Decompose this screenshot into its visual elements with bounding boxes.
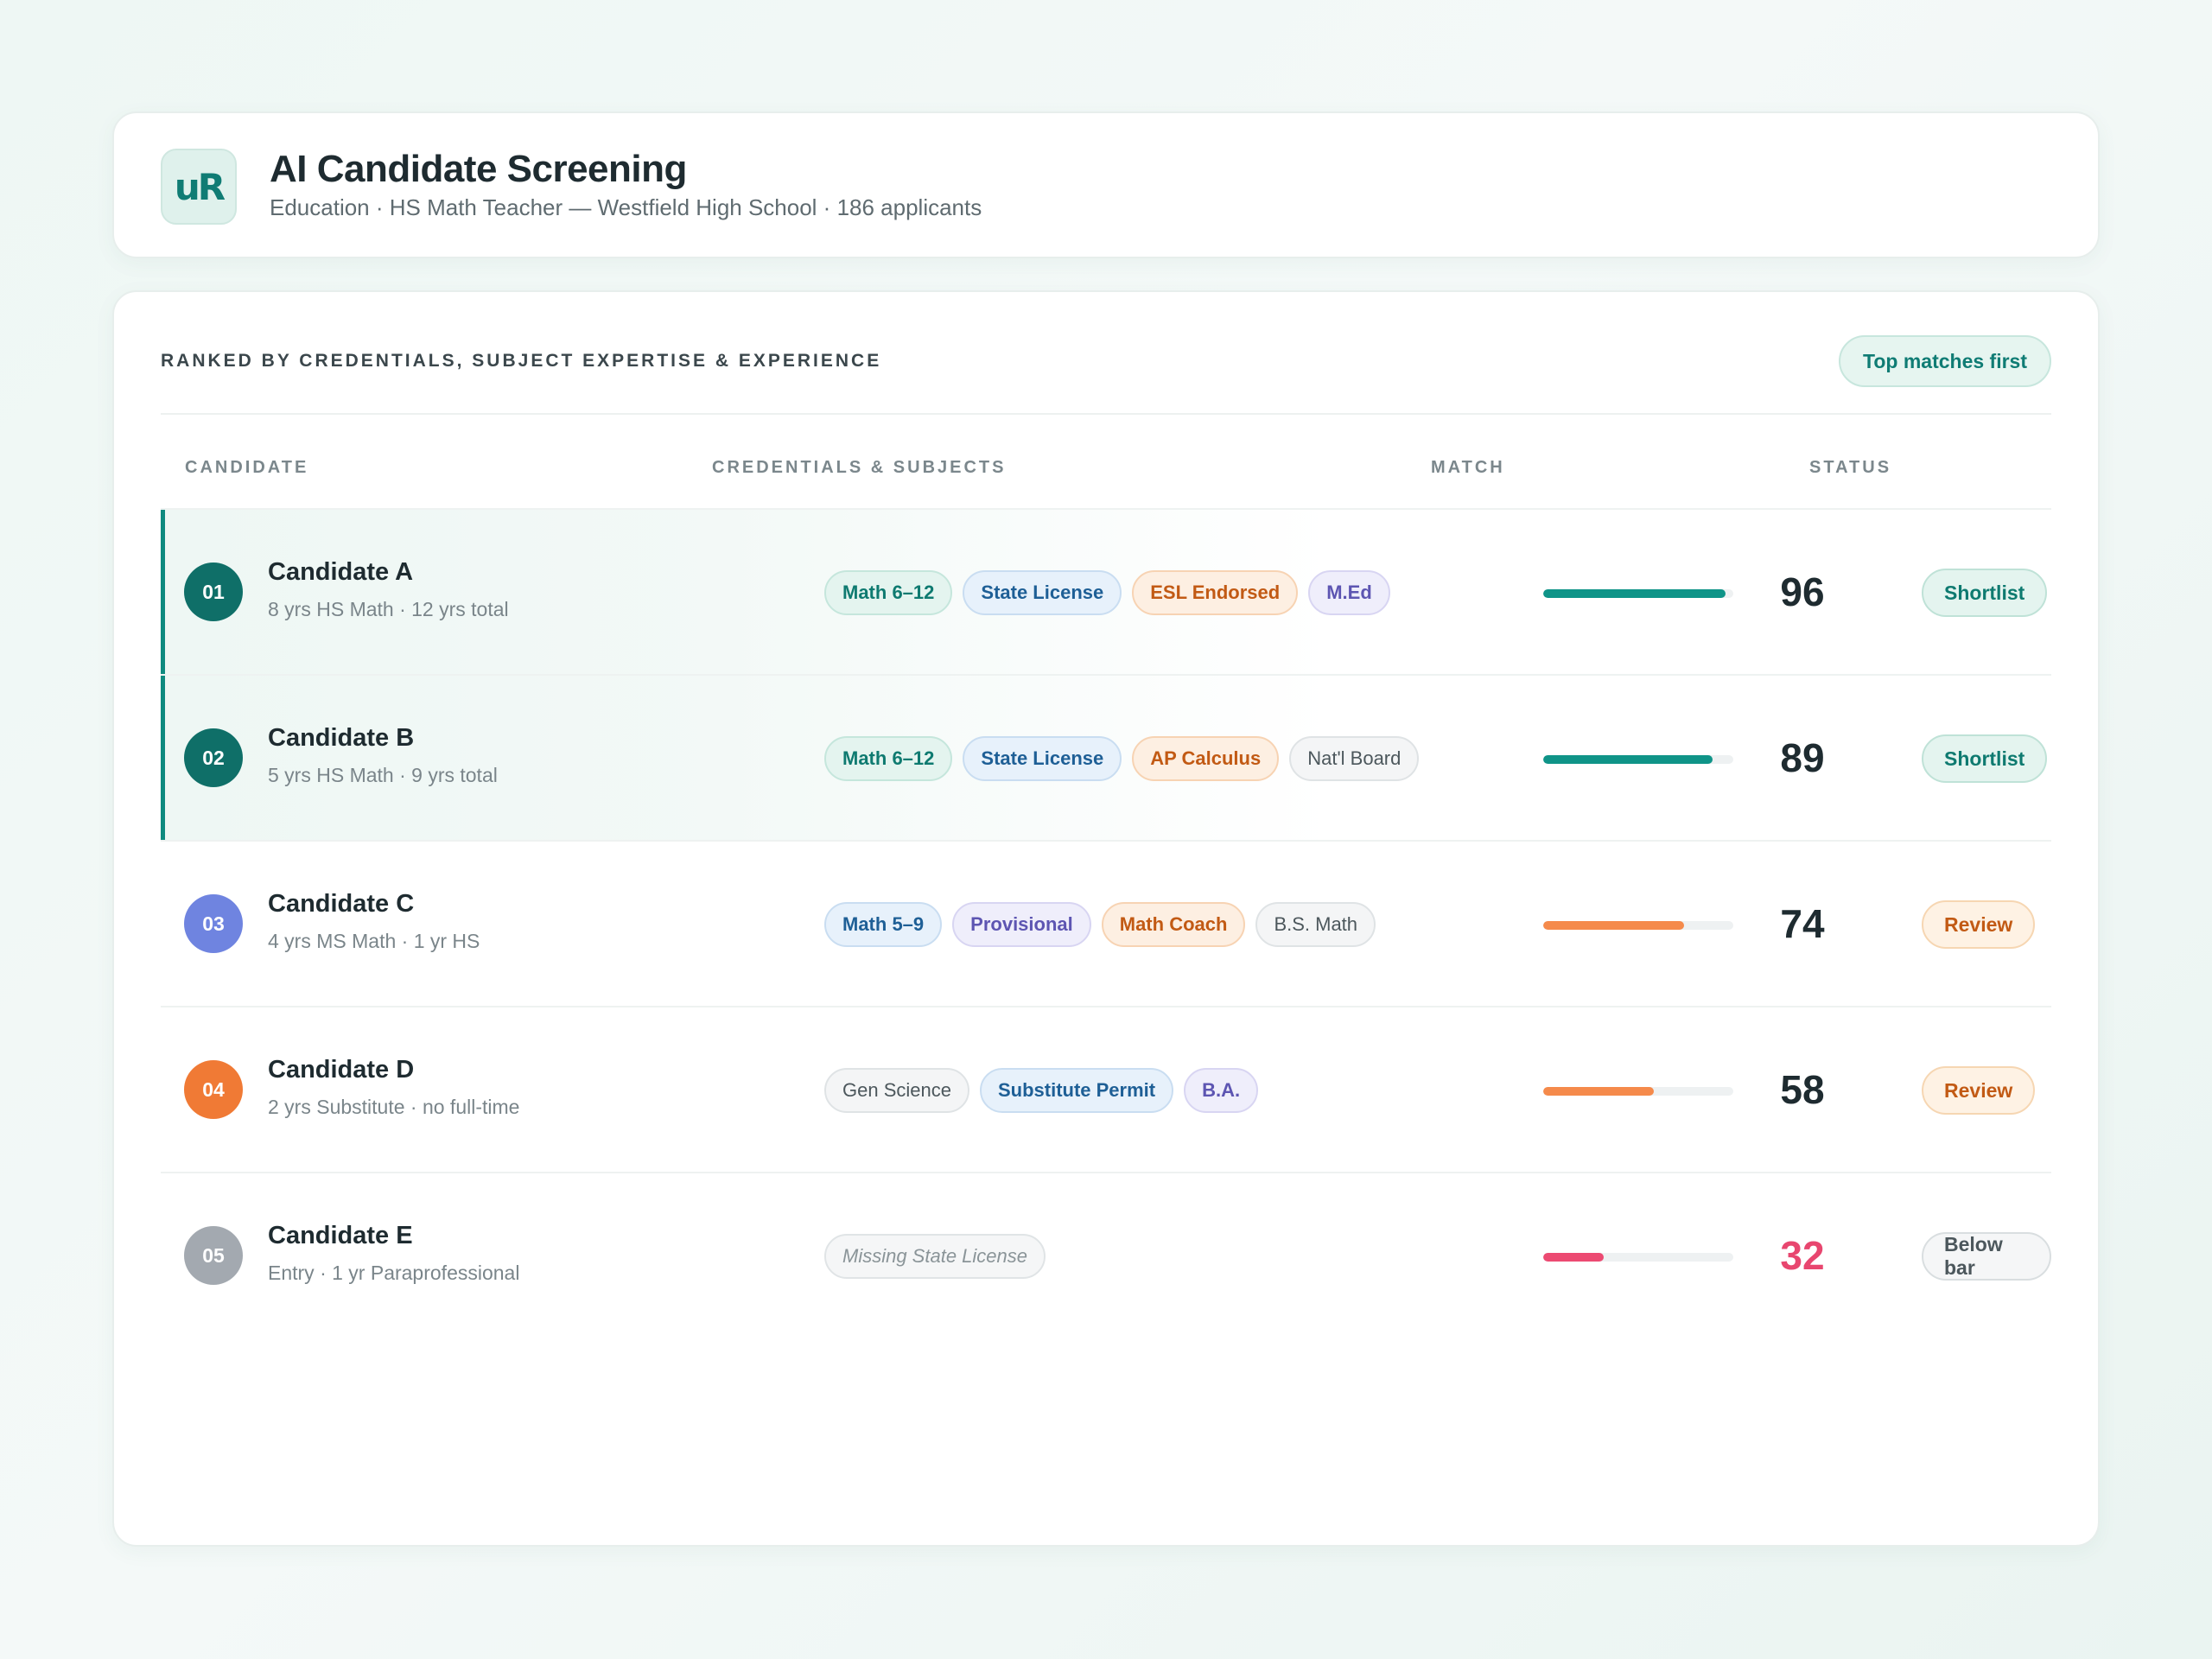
credential-tag: AP Calculus: [1132, 736, 1280, 781]
credential-tag: ESL Endorsed: [1132, 570, 1299, 615]
match-score: 74: [1780, 901, 1825, 946]
credential-tag: B.S. Math: [1255, 902, 1376, 947]
credential-tag: Gen Science: [824, 1068, 969, 1113]
credential-tag: Math Coach: [1101, 902, 1246, 947]
candidate-experience: 2 yrs Substitute · no full-time: [268, 1096, 520, 1118]
ranking-panel: RANKED BY CREDENTIALS, SUBJECT EXPERTISE…: [112, 290, 2100, 1547]
credential-tag: M.Ed: [1308, 570, 1390, 615]
candidate-name[interactable]: Candidate B: [268, 724, 414, 753]
table-row[interactable]: 01 Candidate A 8 yrs HS Math · 12 yrs tota…: [161, 508, 2051, 674]
table-row[interactable]: 05 Candidate E Entry · 1 yr Paraprofession…: [161, 1172, 2051, 1338]
match-bar-fill: [1543, 755, 1713, 764]
match-score: 96: [1780, 569, 1825, 614]
match-score: 32: [1780, 1233, 1825, 1278]
match-bar: [1543, 589, 1733, 598]
credential-tag: Math 6–12: [824, 736, 953, 781]
table-row[interactable]: 03 Candidate C 4 yrs MS Math · 1 yr HS Math…: [161, 840, 2051, 1006]
candidate-experience: Entry · 1 yr Paraprofessional: [268, 1262, 520, 1284]
credential-tag: Substitute Permit: [979, 1068, 1174, 1113]
match-bar-fill: [1543, 1253, 1605, 1262]
candidate-table: 01 Candidate A 8 yrs HS Math · 12 yrs tota…: [161, 508, 2051, 1338]
match-bar-fill: [1543, 1087, 1654, 1096]
match-bar-fill: [1543, 589, 1726, 598]
column-header-match[interactable]: MATCH: [1431, 458, 1505, 478]
credential-tags: Math 6–12 State License AP Calculus Nat'l B…: [824, 736, 1420, 781]
match-bar: [1543, 1087, 1733, 1096]
credential-tag: Math 5–9: [824, 902, 943, 947]
credential-tag: Provisional: [952, 902, 1091, 947]
match-score: 58: [1780, 1067, 1825, 1112]
credential-tags: Gen Science Substitute Permit B.A.: [824, 1068, 1259, 1113]
rank-badge: 05: [184, 1226, 243, 1285]
header-card: uR AI Candidate Screening Education · HS…: [112, 111, 2100, 258]
rank-badge: 03: [184, 894, 243, 953]
credential-tag: B.A.: [1184, 1068, 1259, 1113]
candidate-name[interactable]: Candidate C: [268, 890, 414, 918]
table-row[interactable]: 04 Candidate D 2 yrs Substitute · no full-…: [161, 1006, 2051, 1172]
status-badge[interactable]: Review: [1922, 1066, 2036, 1115]
rank-badge: 02: [184, 728, 243, 787]
logo-text: uR: [174, 165, 226, 208]
candidate-experience: 5 yrs HS Math · 9 yrs total: [268, 764, 498, 786]
candidate-experience: 4 yrs MS Math · 1 yr HS: [268, 930, 480, 952]
app-logo: uR: [161, 149, 237, 225]
column-header-credentials[interactable]: CREDENTIALS & SUBJECTS: [712, 458, 1006, 478]
credential-tag: State License: [963, 736, 1122, 781]
credential-tag: State License: [963, 570, 1122, 615]
candidate-name[interactable]: Candidate A: [268, 558, 413, 587]
match-score: 89: [1780, 735, 1825, 780]
match-bar-fill: [1543, 921, 1684, 930]
credential-tags: Missing State License: [824, 1234, 1046, 1279]
rank-badge: 01: [184, 563, 243, 621]
credential-tag: Missing State License: [824, 1234, 1046, 1279]
status-badge[interactable]: Shortlist: [1922, 734, 2048, 783]
table-row[interactable]: 02 Candidate B 5 yrs HS Math · 9 yrs total…: [161, 674, 2051, 840]
candidate-experience: 8 yrs HS Math · 12 yrs total: [268, 598, 509, 620]
status-badge[interactable]: Review: [1922, 900, 2036, 949]
candidate-name[interactable]: Candidate D: [268, 1056, 414, 1084]
rank-badge: 04: [184, 1060, 243, 1119]
candidate-name[interactable]: Candidate E: [268, 1222, 413, 1250]
column-header-candidate[interactable]: CANDIDATE: [185, 458, 308, 478]
sort-button[interactable]: Top matches first: [1839, 335, 2051, 387]
page-subtitle: Education · HS Math Teacher — Westfield …: [270, 194, 982, 220]
credential-tags: Math 6–12 State License ESL Endorsed M.Ed: [824, 570, 1390, 615]
page-title: AI Candidate Screening: [270, 148, 687, 190]
credential-tag: Math 6–12: [824, 570, 953, 615]
divider: [161, 413, 2051, 415]
section-title: RANKED BY CREDENTIALS, SUBJECT EXPERTISE…: [161, 351, 882, 371]
match-bar: [1543, 1253, 1733, 1262]
status-badge[interactable]: Below bar: [1922, 1232, 2051, 1281]
column-header-status[interactable]: STATUS: [1809, 458, 1891, 478]
match-bar: [1543, 755, 1733, 764]
credential-tag: Nat'l Board: [1289, 736, 1420, 781]
match-bar: [1543, 921, 1733, 930]
status-badge[interactable]: Shortlist: [1922, 569, 2048, 617]
credential-tags: Math 5–9 Provisional Math Coach B.S. Math: [824, 902, 1376, 947]
